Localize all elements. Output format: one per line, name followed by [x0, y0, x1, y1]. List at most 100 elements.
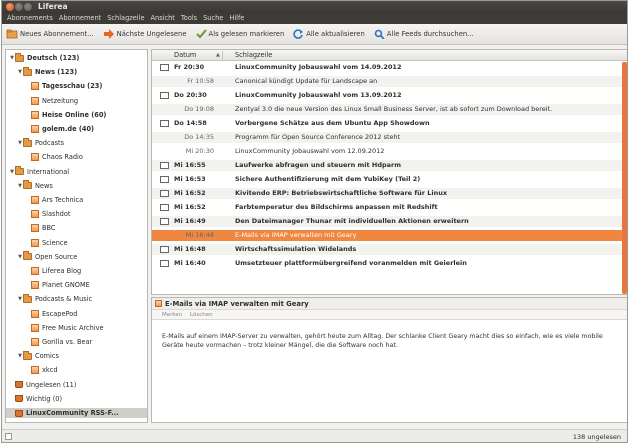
sort-arrow-icon: ▲	[216, 52, 220, 58]
article-row[interactable]: Mi 16:53 Sichere Authentifizierung mit de…	[152, 174, 622, 185]
date-column-header[interactable]: Datum	[174, 50, 196, 61]
feed-icon	[31, 366, 39, 375]
tree-item[interactable]: Heise Online (60)	[6, 110, 106, 120]
close-window-button[interactable]	[6, 3, 14, 11]
scrollbar-thumb[interactable]	[622, 62, 627, 294]
tree-item-label: Tagesschau (23)	[42, 82, 103, 91]
menu-suche[interactable]: Suche	[200, 13, 226, 24]
tree-item[interactable]: Wichtig (0)	[6, 394, 62, 404]
article-list-scrollbar[interactable]	[622, 62, 627, 294]
tree-item[interactable]: golem.de (40)	[6, 124, 94, 134]
article-row[interactable]: Mi 16:48 Wirtschaftssimulation Widelands	[152, 244, 622, 255]
mark-link[interactable]: Merken	[162, 312, 182, 318]
new-subscription-button[interactable]: Neues Abonnement...	[6, 29, 94, 39]
next-unread-button[interactable]: Nächste Ungelesene	[103, 29, 187, 39]
menu-hilfe[interactable]: Hilfe	[226, 13, 247, 24]
tree-item[interactable]: Chaos Radio	[6, 152, 83, 162]
feed-icon	[31, 224, 39, 233]
folder-icon	[23, 350, 32, 360]
feed-icon	[31, 267, 39, 275]
article-row[interactable]: Do 14:35 Programm für Open Source Confere…	[152, 132, 622, 143]
new-subscription-label: Neues Abonnement...	[20, 30, 94, 38]
search-all-button[interactable]: Alle Feeds durchsuchen...	[374, 29, 474, 39]
tree-item[interactable]: EscapePod	[6, 309, 77, 319]
tree-item-label: Comics	[35, 352, 59, 361]
preview-title[interactable]: E-Mails via IMAP verwalten mit Geary	[165, 300, 309, 308]
menu-abonnements[interactable]: Abonnements	[4, 13, 56, 24]
delete-link[interactable]: Löschen	[190, 312, 213, 318]
article-row[interactable]: Fr 20:30 LinuxCommunity Jobauswahl vom 14…	[152, 62, 622, 73]
feed-icon	[31, 281, 39, 290]
update-all-button[interactable]: Alle aktualisieren	[293, 29, 365, 39]
tree-item[interactable]: Planet GNOME	[6, 280, 90, 290]
mark-all-read-button[interactable]: Als gelesen markieren	[195, 29, 284, 39]
search-all-label: Alle Feeds durchsuchen...	[386, 30, 474, 38]
tree-item[interactable]: Netzeitung	[6, 96, 78, 106]
menu-ansicht[interactable]: Ansicht	[148, 13, 178, 24]
tree-item[interactable]: Free Music Archive	[6, 323, 104, 333]
tree-item[interactable]: ▼ Open Source	[6, 251, 77, 262]
tree-item[interactable]: ▼ News	[6, 180, 53, 191]
article-row[interactable]: Mi 16:48 E-Mails via IMAP verwalten mit G…	[152, 230, 622, 241]
toolbar: Neues Abonnement... Nächste Ungelesene A…	[2, 24, 627, 45]
feed-icon	[31, 309, 39, 318]
feed-tree: ▼ Deutsch (123) ▼ News (123) Tagesschau (23)…	[5, 49, 148, 423]
refresh-icon	[293, 29, 304, 39]
menu-abonnement[interactable]: Abonnement	[56, 13, 104, 24]
article-list: Datum ▲ Schlagzeile Fr 20:30 LinuxCommuni…	[151, 49, 627, 295]
tree-item[interactable]: Ars Technica	[6, 195, 83, 205]
menu-tools[interactable]: Tools	[178, 13, 200, 24]
tree-item[interactable]: LinuxCommunity RSS-F...	[6, 408, 147, 418]
article-row[interactable]: Mi 16:49 Den Dateimanager Thunar mit indi…	[152, 216, 622, 227]
maximize-window-button[interactable]	[24, 3, 32, 11]
article-row[interactable]: Mi 16:52 Farbtemperatur des Bildschirms a…	[152, 202, 622, 213]
minimize-window-button[interactable]	[15, 3, 23, 11]
article-row[interactable]: Mi 16:52 Kivitendo ERP: Betriebswirtschaf…	[152, 188, 622, 199]
article-date: Do 19:08	[184, 105, 214, 113]
tree-item[interactable]: Liferea Blog	[6, 266, 81, 276]
tree-item[interactable]: ▼ International	[6, 166, 70, 177]
folder-icon	[23, 66, 32, 76]
article-row[interactable]: Do 20:30 LinuxCommunity Jobauswahl vom 13…	[152, 90, 622, 101]
tree-item[interactable]: ▼ News (123)	[6, 66, 77, 77]
feed-icon	[31, 96, 39, 105]
tree-item[interactable]: ▼ Podcasts	[6, 137, 64, 148]
feed-icon	[31, 153, 39, 162]
unread-envelope-icon	[160, 190, 169, 197]
feed-icon	[155, 300, 162, 307]
tree-item[interactable]: xkcd	[6, 365, 58, 375]
tree-item[interactable]: Gorilla vs. Bear	[6, 337, 92, 347]
preview-actions: Merken Löschen	[152, 310, 627, 320]
feed-icon	[31, 110, 39, 119]
article-date: Mi 16:48	[174, 245, 206, 253]
folder-icon	[23, 137, 32, 147]
new-subscription-icon	[6, 29, 18, 39]
feed-icon	[31, 238, 39, 247]
article-date: Mi 16:52	[174, 203, 206, 211]
online-status-icon[interactable]	[5, 433, 12, 440]
tree-item[interactable]: Tagesschau (23)	[6, 81, 102, 91]
checkmark-icon	[195, 29, 207, 39]
folder-icon	[15, 166, 24, 176]
tree-item-label: Planet GNOME	[42, 281, 90, 290]
article-row[interactable]: Do 14:58 Vorbergene Schätze aus dem Ubunt…	[152, 118, 622, 129]
tree-item-label: International	[27, 167, 70, 176]
article-row[interactable]: Do 19:08 Zentyal 3.0 die neue Version des…	[152, 104, 622, 115]
tree-item[interactable]: ▼ Comics	[6, 350, 59, 361]
tree-item[interactable]: Slashdot	[6, 209, 70, 219]
menu-schlagzeile[interactable]: Schlagzeile	[104, 13, 147, 24]
next-unread-icon	[103, 29, 114, 39]
tree-item-label: xkcd	[42, 366, 58, 375]
column-divider[interactable]	[222, 51, 223, 60]
tree-item[interactable]: ▼ Deutsch (123)	[6, 52, 79, 63]
article-row[interactable]: Mi 16:55 Laufwerke abfragen und steuern m…	[152, 160, 622, 171]
tree-item[interactable]: ▼ Podcasts & Music	[6, 293, 92, 304]
article-row[interactable]: Fr 10:58 Canonical kündigt Update für Lan…	[152, 76, 622, 87]
tree-item[interactable]: Science	[6, 238, 68, 248]
tree-item[interactable]: BBC	[6, 223, 56, 233]
tree-item[interactable]: Ungelesen (11)	[6, 380, 76, 390]
update-all-label: Alle aktualisieren	[306, 30, 365, 38]
subject-column-header[interactable]: Schlagzeile	[235, 50, 272, 61]
article-row[interactable]: Mi 16:40 Umsetzteuer plattformübergreifen…	[152, 258, 622, 269]
article-row[interactable]: Mi 20:30 LinuxCommunity Jobauswahl vom 12…	[152, 146, 622, 157]
